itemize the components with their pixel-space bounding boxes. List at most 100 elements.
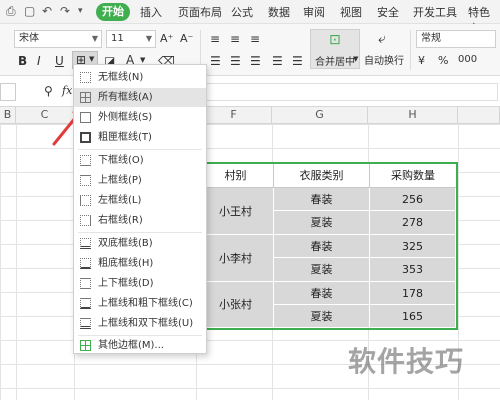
number-format-value: 常规 [421, 33, 441, 44]
merge-cells-icon: ⊡ [329, 32, 341, 48]
tab-insert[interactable]: 插入 [140, 4, 162, 20]
menu-item-more-borders[interactable]: 其他边框(M)... [74, 336, 206, 355]
menu-item-label: 右框线(R) [98, 215, 143, 226]
qty-cell[interactable]: 256 [370, 188, 456, 211]
menu-item-all-borders[interactable]: 所有框线(A) [74, 88, 206, 107]
menu-item-label: 粗底框线(H) [98, 258, 154, 269]
undo-icon[interactable]: ↶ [42, 4, 52, 18]
menu-item-top-double-bottom-border[interactable]: 上框线和双下框线(U) [74, 314, 206, 333]
ribbon-divider [410, 30, 411, 70]
align-center-icon[interactable]: ☰ [230, 54, 241, 68]
merge-center-button[interactable]: ⊡ 合并居中 ▼ [310, 29, 360, 69]
tab-home[interactable]: 开始 [96, 3, 130, 21]
align-middle-icon[interactable]: ≡ [230, 32, 240, 46]
grid-line [16, 124, 17, 400]
data-table: 村别 衣服类别 采购数量 小王村 春装 256 夏装 278 小李村 春装 32… [196, 162, 458, 330]
menu-divider [78, 149, 202, 150]
tab-formulas[interactable]: 公式 [231, 4, 253, 20]
menu-item-top-thick-bottom-border[interactable]: 上框线和粗下框线(C) [74, 294, 206, 313]
column-header-i[interactable] [458, 107, 500, 124]
wrap-text-button[interactable]: ⤶ 自动换行 [364, 29, 406, 69]
menu-item-right-border[interactable]: 右框线(R) [74, 211, 206, 230]
align-top-icon[interactable]: ≡ [210, 32, 220, 46]
menu-item-thick-box-border[interactable]: 粗匣框线(T) [74, 128, 206, 147]
menu-item-no-border[interactable]: 无框线(N) [74, 68, 206, 87]
tab-page-layout[interactable]: 页面布局 [178, 4, 222, 20]
currency-icon[interactable]: ¥ [418, 54, 425, 67]
qty-cell[interactable]: 325 [370, 235, 456, 258]
percent-button[interactable]: % [438, 54, 448, 67]
tab-review[interactable]: 审阅 [303, 4, 325, 20]
chevron-down-icon: ▼ [89, 55, 95, 63]
menu-item-outside-borders[interactable]: 外侧框线(S) [74, 108, 206, 127]
align-bottom-icon[interactable]: ≡ [250, 32, 260, 46]
menu-item-thick-bottom-border[interactable]: 粗底框线(H) [74, 254, 206, 273]
menu-item-label: 双底框线(B) [98, 238, 153, 249]
top-double-bottom-border-icon [80, 318, 91, 329]
column-header-g[interactable]: G [272, 107, 368, 124]
menu-item-label: 下框线(O) [98, 155, 144, 166]
align-right-icon[interactable]: ☰ [250, 54, 261, 68]
qty-cell[interactable]: 178 [370, 282, 456, 305]
qty-cell[interactable]: 165 [370, 305, 456, 328]
menu-item-label: 所有框线(A) [98, 92, 153, 103]
column-header-f[interactable]: F [196, 107, 272, 124]
distribute-icon[interactable]: ☰ [292, 54, 303, 68]
justify-icon[interactable]: ☰ [272, 54, 283, 68]
italic-button[interactable]: I [37, 54, 41, 68]
all-borders-icon [80, 92, 91, 103]
print-icon[interactable]: ⎙ [6, 4, 16, 19]
type-cell[interactable]: 夏装 [274, 258, 370, 282]
type-cell[interactable]: 春装 [274, 235, 370, 258]
column-header-b[interactable]: B [0, 107, 16, 124]
ribbon-tab-bar: ⎙ ▢ ↶ ↷ ▾ 开始 插入 页面布局 公式 数据 审阅 视图 安全 开发工具… [0, 0, 500, 35]
type-cell[interactable]: 夏装 [274, 305, 370, 328]
preview-icon[interactable]: ▢ [24, 4, 35, 18]
bold-button[interactable]: B [18, 54, 27, 68]
tab-security[interactable]: 安全 [377, 4, 399, 20]
type-cell[interactable]: 夏装 [274, 211, 370, 235]
type-cell[interactable]: 春装 [274, 188, 370, 211]
qty-cell[interactable]: 353 [370, 258, 456, 282]
menu-item-double-bottom-border[interactable]: 双底框线(B) [74, 234, 206, 253]
menu-item-left-border[interactable]: 左框线(L) [74, 191, 206, 210]
font-name-value: 宋体 [19, 33, 39, 44]
fx-icon[interactable]: fx [62, 84, 72, 97]
font-name-select[interactable]: 宋体 ▼ [14, 30, 102, 48]
top-bottom-border-icon [80, 278, 91, 289]
decrease-font-icon[interactable]: A⁻ [180, 32, 193, 45]
table-header-cell[interactable]: 采购数量 [370, 164, 456, 188]
underline-button[interactable]: U [55, 54, 64, 68]
top-border-icon [80, 175, 91, 186]
number-format-select[interactable]: 常规 [416, 30, 496, 48]
menu-item-label: 上框线和粗下框线(C) [98, 298, 193, 309]
thousand-separator-button[interactable]: 000 [458, 54, 477, 65]
table-header-cell[interactable]: 衣服类别 [274, 164, 370, 188]
menu-divider [78, 232, 202, 233]
tab-developer[interactable]: 开发工具 [413, 4, 457, 20]
name-box[interactable] [0, 83, 16, 101]
wrap-text-label: 自动换行 [364, 56, 404, 67]
align-left-icon[interactable]: ☰ [210, 54, 221, 68]
tab-data[interactable]: 数据 [268, 4, 290, 20]
font-size-select[interactable]: 11 ▼ [106, 30, 156, 48]
chevron-down-icon[interactable]: ▼ [140, 56, 145, 64]
merge-center-label: 合并居中 [315, 57, 355, 68]
village-cell[interactable]: 小王村 [198, 188, 274, 235]
redo-icon[interactable]: ↷ [60, 4, 70, 18]
thick-box-border-icon [80, 132, 91, 143]
quick-access-dropdown-icon[interactable]: ▾ [78, 6, 83, 16]
menu-item-top-border[interactable]: 上框线(P) [74, 171, 206, 190]
village-cell[interactable]: 小张村 [198, 282, 274, 328]
table-header-cell[interactable]: 村别 [198, 164, 274, 188]
increase-font-icon[interactable]: A⁺ [160, 32, 173, 45]
menu-item-top-bottom-border[interactable]: 上下框线(D) [74, 274, 206, 293]
menu-item-bottom-border[interactable]: 下框线(O) [74, 151, 206, 170]
qty-cell[interactable]: 278 [370, 211, 456, 235]
tab-view[interactable]: 视图 [340, 4, 362, 20]
type-cell[interactable]: 春装 [274, 282, 370, 305]
village-cell[interactable]: 小李村 [198, 235, 274, 282]
zoom-icon[interactable]: ⚲ [44, 84, 53, 98]
column-header-h[interactable]: H [368, 107, 458, 124]
border-dropdown-menu: 无框线(N) 所有框线(A) 外侧框线(S) 粗匣框线(T) 下框线(O) 上框… [73, 64, 207, 354]
